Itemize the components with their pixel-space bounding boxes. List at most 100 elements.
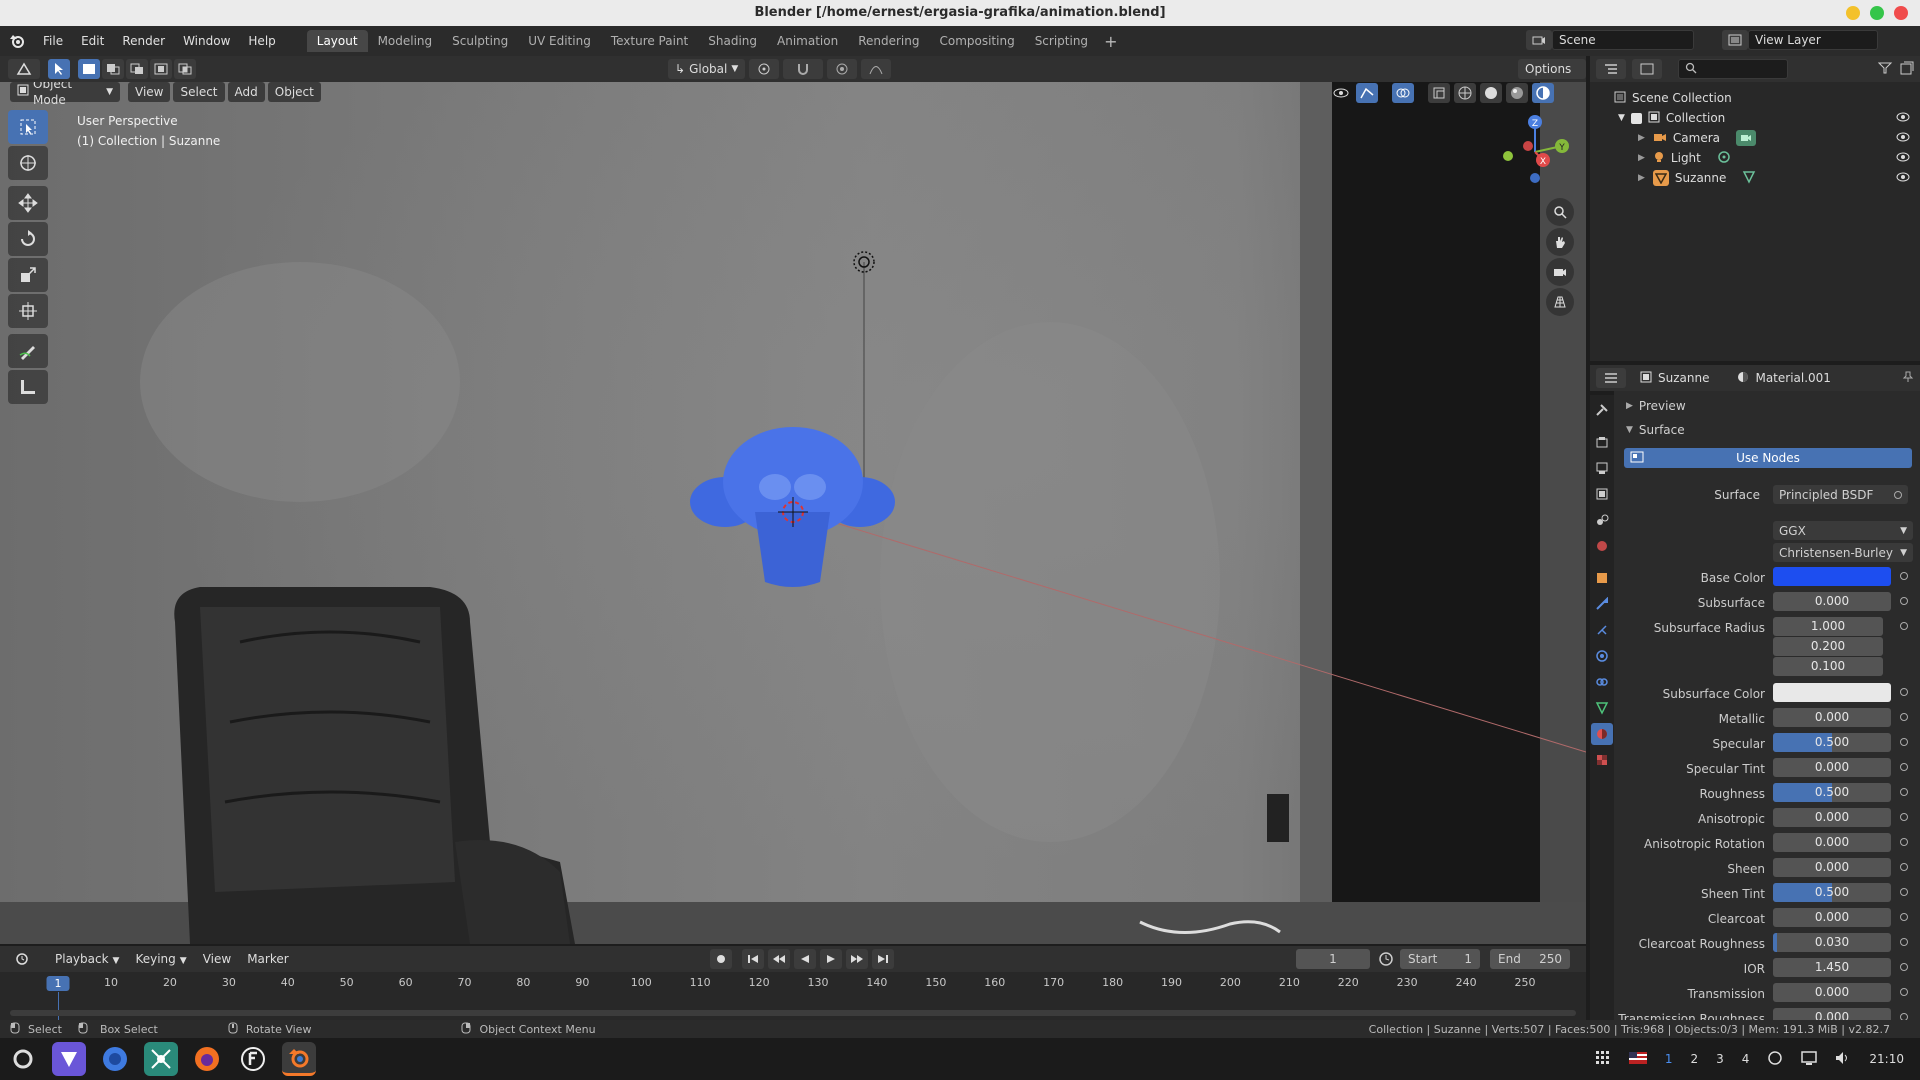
falloff-icon[interactable]	[861, 59, 892, 79]
specular-tint-slider[interactable]: 0.000	[1773, 758, 1891, 777]
pivot-point-icon[interactable]	[749, 59, 780, 79]
menu-window[interactable]: Window	[174, 34, 239, 48]
tab-texture-paint[interactable]: Texture Paint	[601, 30, 698, 52]
camera-data-icon[interactable]	[1736, 130, 1757, 146]
mesh-data-icon[interactable]	[1742, 170, 1756, 187]
collection-checkbox[interactable]	[1630, 112, 1642, 124]
transform-tool-icon[interactable]	[8, 294, 48, 328]
menu-file[interactable]: File	[34, 34, 72, 48]
filter-icon[interactable]	[1877, 62, 1894, 77]
end-frame-field[interactable]: End 250	[1490, 949, 1570, 969]
anisotropic-slider[interactable]: 0.000	[1773, 808, 1891, 827]
outliner-editor-type-icon[interactable]	[1596, 59, 1626, 79]
scene-selector[interactable]: Scene	[1526, 30, 1694, 50]
camera-view-icon[interactable]	[1546, 258, 1574, 286]
node-link-icon[interactable]	[1900, 888, 1908, 896]
menu-edit[interactable]: Edit	[72, 34, 113, 48]
font-app-icon[interactable]	[236, 1042, 270, 1076]
tab-layout[interactable]: Layout	[306, 30, 368, 52]
tab-shading[interactable]: Shading	[698, 30, 767, 52]
distribution-dropdown[interactable]: GGX ▼	[1773, 521, 1913, 540]
blender-logo-icon[interactable]	[0, 33, 34, 49]
annotate-tool-icon[interactable]	[8, 334, 48, 368]
clearcoat-slider[interactable]: 0.000	[1773, 908, 1891, 927]
viewport-menu-add[interactable]: Add	[227, 82, 265, 102]
subsurface-method-dropdown[interactable]: Christensen-Burley ▼	[1773, 543, 1913, 562]
rendered-shading-icon[interactable]	[1532, 83, 1554, 103]
solid-shading-icon[interactable]	[1480, 83, 1502, 103]
object-mode-dropdown[interactable]: Object Mode ▼	[10, 82, 120, 107]
node-link-icon[interactable]	[1900, 813, 1908, 821]
node-link-icon[interactable]	[1900, 938, 1908, 946]
display-icon[interactable]	[1801, 1050, 1818, 1068]
select-box-tool-icon[interactable]	[8, 110, 48, 144]
editor-type-icon[interactable]	[8, 59, 40, 79]
tab-modeling[interactable]: Modeling	[368, 30, 443, 52]
system-menu-icon[interactable]	[6, 1042, 40, 1076]
material-preview-shading-icon[interactable]	[1506, 83, 1528, 103]
tab-animation[interactable]: Animation	[767, 30, 848, 52]
subsurface-radius-component[interactable]: 0.100	[1773, 657, 1883, 676]
close-button[interactable]	[1894, 6, 1908, 20]
menu-render[interactable]: Render	[113, 34, 174, 48]
base-color-color-swatch[interactable]	[1773, 567, 1891, 586]
outliner-collection-row[interactable]: ▼ Collection	[1590, 108, 1920, 128]
timeline-menu-keying[interactable]: Keying ▼	[128, 949, 193, 969]
subsurface-slider[interactable]: 0.000	[1773, 592, 1891, 611]
wireframe-shading-icon[interactable]	[1454, 83, 1476, 103]
node-link-icon[interactable]	[1900, 838, 1908, 846]
browser-icon[interactable]	[98, 1042, 132, 1076]
metallic-slider[interactable]: 0.000	[1773, 708, 1891, 727]
jump-start-icon[interactable]	[742, 949, 764, 969]
anisotropic-rotation-slider[interactable]: 0.000	[1773, 833, 1891, 852]
grid-apps-icon[interactable]	[1595, 1050, 1611, 1069]
select-invert-icon[interactable]	[150, 59, 172, 79]
texture-tab-icon[interactable]	[1591, 749, 1613, 771]
node-link-icon[interactable]	[1894, 490, 1902, 499]
display-mode-icon[interactable]	[1632, 59, 1662, 79]
volume-icon[interactable]	[1835, 1051, 1851, 1068]
node-link-icon[interactable]	[1900, 713, 1908, 721]
blender-taskbar-icon[interactable]	[282, 1042, 316, 1076]
workspace-3[interactable]: 3	[1716, 1052, 1724, 1066]
clock-icon[interactable]	[1378, 951, 1394, 970]
overlays-toggle-icon[interactable]	[1392, 83, 1414, 103]
sheen-slider[interactable]: 0.000	[1773, 858, 1891, 877]
cursor-tool-icon[interactable]	[8, 146, 48, 180]
tab-sculpting[interactable]: Sculpting	[442, 30, 518, 52]
menu-help[interactable]: Help	[239, 34, 284, 48]
ior-slider[interactable]: 1.450	[1773, 958, 1891, 977]
select-intersect-icon[interactable]	[174, 59, 196, 79]
workspace-2[interactable]: 2	[1690, 1052, 1698, 1066]
maximize-button[interactable]	[1870, 6, 1884, 20]
select-extend-icon[interactable]	[102, 59, 124, 79]
eye-icon[interactable]	[1896, 111, 1910, 125]
node-link-icon[interactable]	[1900, 788, 1908, 796]
eye-icon[interactable]	[1896, 131, 1910, 145]
navigation-gizmo[interactable]: Z Y X	[1490, 112, 1580, 192]
next-keyframe-icon[interactable]	[846, 949, 868, 969]
node-link-icon[interactable]	[1900, 763, 1908, 771]
timeline-editor-type-icon[interactable]	[8, 949, 38, 969]
viewport-menu-object[interactable]: Object	[267, 82, 321, 102]
pin-icon[interactable]	[1902, 371, 1914, 386]
physics-tab-icon[interactable]	[1591, 645, 1613, 667]
use-nodes-button[interactable]: Use Nodes	[1624, 448, 1912, 468]
node-link-icon[interactable]	[1900, 597, 1908, 605]
app-launcher-icon[interactable]	[52, 1042, 86, 1076]
object-tab-icon[interactable]	[1591, 567, 1613, 589]
node-link-icon[interactable]	[1900, 688, 1908, 696]
material-tab-icon[interactable]	[1591, 723, 1613, 745]
keyboard-layout-flag-icon[interactable]	[1628, 1051, 1647, 1067]
viewport-menu-select[interactable]: Select	[173, 82, 225, 102]
tab-rendering[interactable]: Rendering	[848, 30, 929, 52]
subsurface-radius-component[interactable]: 0.200	[1773, 637, 1883, 656]
minimize-button[interactable]	[1846, 6, 1860, 20]
add-workspace-icon[interactable]: +	[1104, 32, 1117, 51]
select-new-icon[interactable]	[78, 59, 100, 79]
expand-arrow-icon[interactable]: ▶	[1638, 153, 1645, 163]
outliner-item-light[interactable]: ▶ Light	[1590, 148, 1920, 168]
node-link-icon[interactable]	[1900, 913, 1908, 921]
tool-tab-icon[interactable]	[1591, 399, 1613, 421]
timeline-menu-marker[interactable]: Marker	[240, 949, 295, 969]
